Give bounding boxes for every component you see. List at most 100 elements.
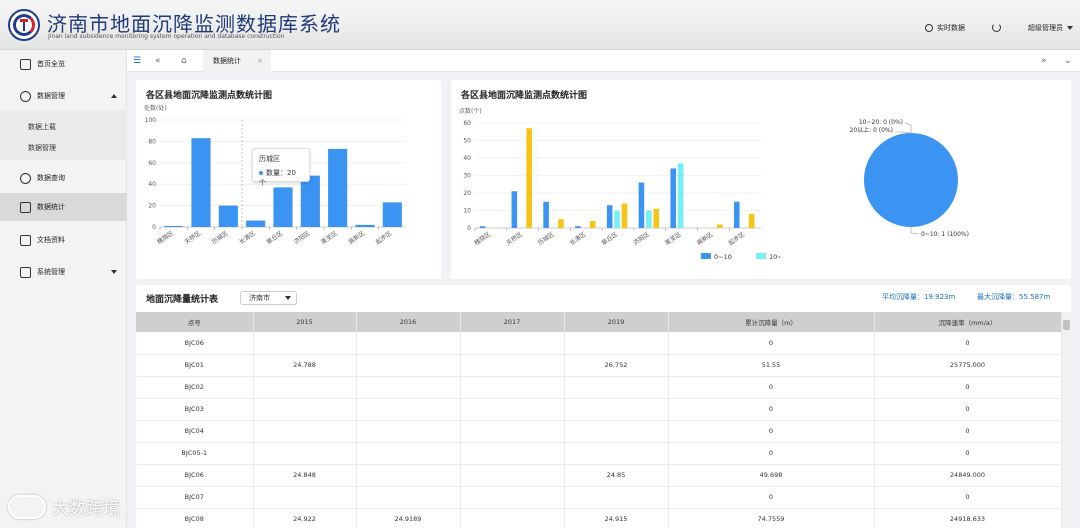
column-header[interactable]: 点号	[136, 312, 254, 332]
document-icon	[20, 234, 31, 246]
y-tick-label: 0	[467, 225, 471, 232]
table-cell	[356, 464, 461, 487]
table-row: BJC02 0 0	[136, 376, 1062, 399]
sidebar-item-home[interactable]: 首页全览	[0, 50, 127, 78]
pie-label: 0~10: 1 (100%)	[921, 231, 969, 238]
chevron-down-icon[interactable]: ⌄	[1064, 56, 1072, 66]
sidebar-item-data-management[interactable]: 数据管理	[0, 82, 127, 110]
table-cell	[356, 354, 461, 377]
chart-line-icon	[20, 172, 31, 184]
bar	[164, 225, 184, 227]
table-cell: 0	[668, 486, 875, 509]
x-tick-label: 天桥区	[504, 230, 523, 247]
bar	[614, 210, 620, 228]
table-cell: 0	[874, 332, 1062, 355]
table-cell: 24.922	[253, 508, 357, 528]
column-header[interactable]: 2015	[253, 312, 357, 332]
table-row: BJC01 24.788 26.752 51.55 25775.000	[136, 354, 1062, 377]
legend-label: 0~10	[714, 253, 732, 261]
sidebar-item-documents[interactable]: 文档资料	[0, 226, 127, 254]
table-cell	[460, 486, 565, 509]
district-select[interactable]: 济南市	[240, 291, 297, 305]
menu-toggle-icon[interactable]: ☰	[133, 56, 141, 66]
y-tick-label: 100	[145, 117, 157, 124]
table-scrollbar[interactable]	[1062, 312, 1071, 528]
table-row: BJC08 24.922 24.9189 24.915 74.7559 24918.633	[136, 508, 1062, 528]
home-icon[interactable]: ⌂	[181, 56, 187, 66]
table-title: 地面沉降量统计表	[146, 295, 219, 305]
y-tick-label: 40	[463, 155, 471, 162]
bar	[479, 226, 486, 228]
column-header[interactable]: 沉降速率（mm/a）	[874, 312, 1062, 332]
x-tick-label: 槐荫区	[155, 229, 174, 246]
table-cell	[356, 486, 461, 509]
y-tick-label: 10	[463, 208, 471, 215]
tab-data-statistics[interactable]: 数据统计 ×	[203, 50, 271, 72]
table-cell	[564, 420, 669, 443]
avg-subsidence: 平均沉降量：19.923m	[882, 292, 955, 302]
app-header: 济南市地面沉降监测数据库系统 Jinan land subsidence mon…	[0, 0, 1080, 50]
realtime-icon	[925, 24, 933, 32]
sidebar-item-data-query[interactable]: 数据查询	[0, 164, 127, 192]
column-header[interactable]: 2016	[356, 312, 461, 332]
tooltip-value: 数量：20 个	[259, 169, 296, 187]
sidebar-subitem-upload[interactable]: 数据上载	[28, 122, 56, 132]
table-cell: 0	[668, 332, 875, 355]
table-cell	[460, 464, 565, 487]
table-cell: 0	[668, 420, 875, 443]
double-chevron-right-icon[interactable]: »	[1041, 56, 1047, 66]
table-cell: BJC04	[136, 420, 254, 443]
max-subsidence: 最大沉降量：55.587m	[977, 292, 1050, 302]
tab-bar: ☰ « ⌂ 数据统计 × » ⌄	[127, 50, 1080, 72]
max-subsidence-label: 最大沉降量：	[977, 293, 1019, 301]
x-tick-label: 济阳区	[292, 229, 311, 246]
sidebar-item-system[interactable]: 系统管理	[0, 258, 127, 286]
table-cell	[564, 442, 669, 465]
table-row: BJC03 0 0	[136, 398, 1062, 421]
sidebar-subitem-manage[interactable]: 数据管理	[28, 143, 56, 153]
column-header[interactable]: 累计沉降量（m）	[668, 312, 875, 332]
bar	[218, 205, 238, 227]
district-select-value: 济南市	[249, 294, 270, 302]
chart2-svg: 点数(个) 0 10 20 30 40 50 60 槐荫区 天桥区 历城区 长清区 章丘区 济阳区 莱芜区高…	[459, 107, 781, 261]
subsidence-table: 点号 2015 2016 2017 2019 累计沉降量（m） 沉降速率（mm/…	[136, 312, 1062, 528]
legend-label: 10~20	[769, 253, 781, 261]
table-row: BJC04 0 0	[136, 420, 1062, 443]
x-tick-label: 长清区	[568, 230, 587, 247]
y-tick-label: 0	[152, 224, 156, 231]
chevron-up-icon	[111, 94, 117, 98]
table-cell	[253, 398, 357, 421]
table-cell: 49.698	[668, 464, 875, 487]
chevron-down-icon	[285, 296, 291, 300]
table-cell: 0	[874, 486, 1062, 509]
x-tick-label: 高新区	[695, 230, 714, 247]
user-menu[interactable]: 超级管理员	[1028, 23, 1073, 33]
table-cell	[356, 376, 461, 399]
table-cell	[253, 376, 357, 399]
avg-subsidence-label: 平均沉降量：	[882, 293, 924, 301]
table-cell: 0	[874, 376, 1062, 399]
x-tick-label: 莱芜区	[319, 229, 338, 246]
legend-swatch	[756, 253, 766, 259]
table-scrollbar-thumb[interactable]	[1063, 320, 1070, 330]
double-chevron-left-icon[interactable]: «	[155, 56, 161, 66]
table-cell: 74.7559	[668, 508, 875, 528]
column-header[interactable]: 2017	[460, 312, 565, 332]
sidebar-item-data-statistics[interactable]: 数据统计	[0, 193, 127, 221]
refresh-button[interactable]	[992, 23, 1005, 32]
y-tick-label: 60	[463, 120, 471, 127]
realtime-data-button[interactable]: 实时数据	[925, 23, 965, 33]
table-cell	[460, 376, 565, 399]
watermark-text: 大数跨境	[52, 499, 120, 519]
x-tick-label: 天桥区	[183, 229, 202, 246]
table-cell	[460, 420, 565, 443]
pie-chart-svg: 10~20: 0 (0%)20以上: 0 (0%) 0~10: 1 (100%)	[850, 119, 969, 238]
submenu-background	[0, 110, 127, 160]
bar	[733, 201, 740, 228]
table-cell: BJC07	[136, 486, 254, 509]
table-cell: 24.788	[253, 354, 357, 377]
column-header[interactable]: 2019	[564, 312, 669, 332]
legend-swatch	[701, 253, 711, 259]
table-cell: 51.55	[668, 354, 875, 377]
close-icon[interactable]: ×	[257, 57, 263, 65]
